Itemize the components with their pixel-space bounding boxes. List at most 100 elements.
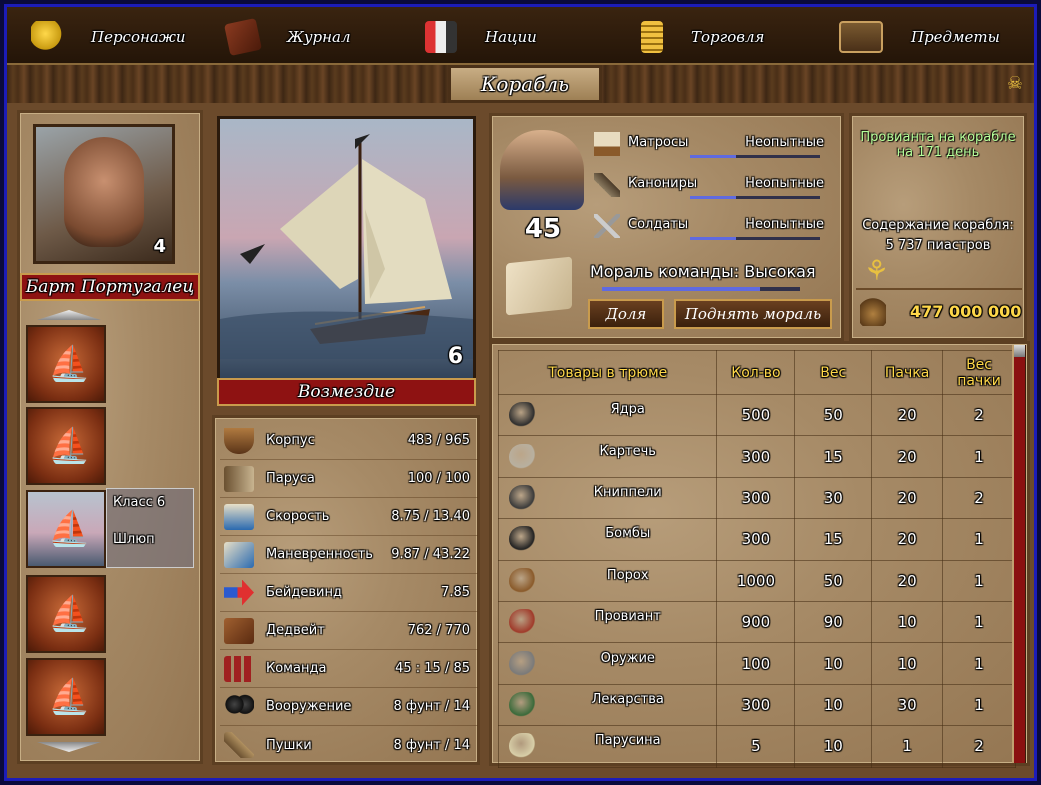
crew-count: 45 [524, 214, 562, 244]
table-row[interactable]: Картечь 300 15 20 1 [497, 435, 1016, 478]
selected-ship-type: Шлюп [113, 532, 155, 547]
cargo-pack-weight: 1 [942, 559, 1016, 602]
crew-icon [224, 655, 254, 682]
cargo-item-name: Порох [606, 567, 649, 583]
cargo-pack: 20 [871, 559, 944, 602]
stat-row-sails: Паруса 100 / 100 [220, 460, 478, 498]
cargo-header-weight[interactable]: Вес [794, 350, 873, 395]
upkeep-label: Содержание корабля: [862, 218, 1014, 233]
captain-portrait[interactable]: 4 [33, 124, 175, 264]
ship-image: 6 [217, 116, 476, 386]
crew-morale-label: Мораль команды: Высокая [590, 262, 816, 281]
cargo-header-qty[interactable]: Кол-во [716, 350, 796, 395]
nav-items-label: Предметы [911, 28, 1000, 46]
table-row[interactable]: Книппели 300 30 20 2 [497, 476, 1016, 520]
cargo-pack-weight: 2 [942, 476, 1016, 520]
top-navigation: Персонажи Журнал Нации Торговля Предметы [7, 7, 1034, 65]
hull-icon [224, 427, 254, 454]
stat-value: 8.75 / 13.40 [391, 509, 470, 524]
scroll-up-arrow-icon[interactable] [1014, 345, 1025, 357]
nations-shields-icon [425, 21, 457, 53]
nav-trade[interactable]: Торговля [641, 15, 764, 59]
cargo-item-name: Книппели [593, 484, 662, 500]
cargo-header-pack-weight[interactable]: Вес пачки [942, 350, 1016, 395]
crew-row-gunners: Канониры Неопытные [590, 167, 828, 207]
crew-experience-bar [690, 196, 820, 199]
stat-row-windward: Бейдевинд 7.85 [220, 574, 478, 612]
fleet-slot-2[interactable]: ⛵ [26, 407, 106, 485]
nav-items[interactable]: Предметы [839, 15, 1000, 59]
cargo-box-icon [224, 617, 254, 644]
chainshot-icon [509, 484, 539, 511]
character-silhouette-icon [31, 21, 63, 53]
stat-label: Скорость [266, 509, 330, 524]
ship-class-number: 6 [447, 344, 463, 369]
ship-placeholder-icon: ⛵ [48, 426, 91, 466]
stat-value: 45 : 15 / 85 [395, 661, 470, 676]
raise-morale-button[interactable]: Поднять мораль [674, 299, 832, 329]
stat-value: 762 / 770 [407, 623, 470, 638]
cannonballs-icon [509, 402, 539, 429]
stat-label: Дедвейт [266, 623, 325, 638]
cargo-item-name: Бомбы [605, 526, 651, 542]
cargo-item-name: Картечь [599, 443, 656, 459]
ship-placeholder-icon: ⛵ [48, 344, 91, 384]
nav-journal[interactable]: Журнал [224, 15, 351, 59]
coins-trade-icon [641, 21, 663, 53]
cargo-qty: 900 [716, 600, 796, 644]
table-row[interactable]: Ядра 500 50 20 2 [497, 393, 1016, 437]
cargo-pack-weight: 2 [942, 393, 1016, 437]
stat-row-speed: Скорость 8.75 / 13.40 [220, 498, 478, 536]
captain-level: 4 [153, 236, 166, 257]
crew-panel: 45 Матросы Неопытные Канониры Неопытные … [489, 113, 844, 341]
title-bar: Корабль ☠ [7, 65, 1034, 103]
table-row[interactable]: Лекарства 300 10 30 1 [497, 683, 1016, 727]
provisions-days: Провианта на корабле на 171 день [860, 130, 1016, 160]
cargo-weight: 10 [794, 683, 873, 727]
table-row[interactable]: Бомбы 300 15 20 1 [497, 518, 1016, 561]
sails-icon [224, 465, 254, 492]
crossed-swords-icon [509, 650, 539, 677]
cargo-pack-weight: 1 [942, 642, 1016, 685]
cargo-weight: 50 [794, 393, 873, 437]
crew-portraits-icon [500, 130, 584, 210]
speed-icon [224, 503, 254, 530]
table-row[interactable]: Провиант 900 90 10 1 [497, 600, 1016, 644]
crew-role-name: Матросы [628, 135, 689, 150]
stat-label: Маневренность [266, 547, 373, 562]
cannon-crew-icon [594, 173, 620, 197]
maneuver-icon [224, 541, 254, 568]
medicine-box-icon [509, 691, 539, 718]
share-button[interactable]: Доля [588, 299, 664, 329]
stat-value: 9.87 / 43.22 [391, 547, 470, 562]
stat-row-cannons: Пушки 8 фунт / 14 [220, 726, 478, 764]
cargo-pack: 20 [871, 435, 944, 478]
page-title: Корабль [448, 65, 602, 103]
cargo-header-pack[interactable]: Пачка [871, 350, 944, 395]
stat-label: Паруса [266, 471, 315, 486]
cargo-qty: 100 [716, 642, 796, 685]
fleet-slot-4[interactable]: ⛵ [26, 575, 106, 653]
fleet-slot-5[interactable]: ⛵ [26, 658, 106, 736]
stat-row-hull: Корпус 483 / 965 [220, 422, 478, 460]
crew-role-name: Солдаты [628, 217, 689, 232]
cargo-header-goods[interactable]: Товары в трюме [497, 350, 718, 395]
skull-crossbones-icon[interactable]: ☠ [1004, 74, 1026, 94]
flag-icon[interactable] [506, 256, 572, 316]
table-row[interactable]: Парусина 5 10 1 2 [497, 725, 1016, 768]
cargo-scrollbar[interactable] [1012, 345, 1026, 763]
journal-book-icon [224, 18, 262, 56]
nav-nations[interactable]: Нации [425, 15, 537, 59]
table-row[interactable]: Оружие 100 10 10 1 [497, 642, 1016, 685]
cargo-pack-weight: 1 [942, 683, 1016, 727]
stat-value: 7.85 [441, 585, 470, 600]
cargo-pack-weight: 2 [942, 725, 1016, 768]
nav-trade-label: Торговля [691, 28, 765, 46]
table-row[interactable]: Порох 1000 50 20 1 [497, 559, 1016, 602]
nav-characters[interactable]: Персонажи [31, 15, 186, 59]
cargo-weight: 15 [794, 435, 873, 478]
cargo-pack: 30 [871, 683, 944, 727]
fleet-slot-1[interactable]: ⛵ [26, 325, 106, 403]
fleet-slot-selected[interactable]: ⛵ [26, 490, 106, 568]
powder-barrel-icon [509, 567, 539, 594]
